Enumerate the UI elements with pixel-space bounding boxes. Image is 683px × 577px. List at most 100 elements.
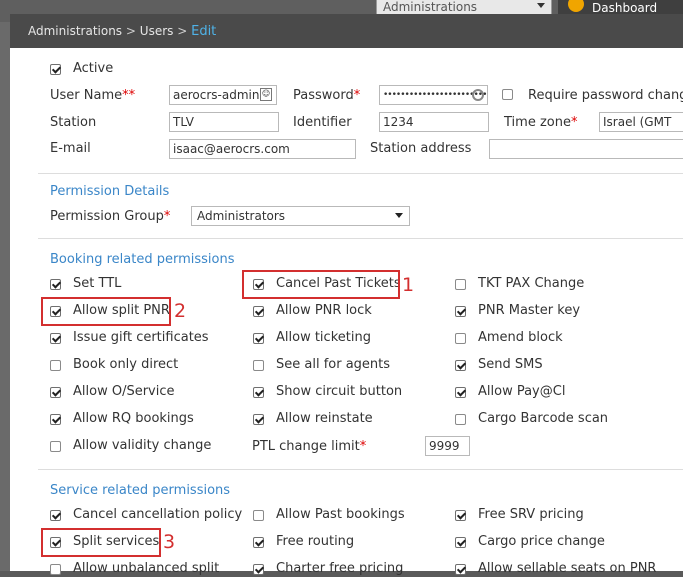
username-input[interactable]: aerocrs-admin ☺ (169, 85, 277, 105)
require-password-change-checkbox[interactable] (502, 89, 513, 100)
breadcrumb-users[interactable]: Users (140, 24, 174, 38)
annotation-number-2: 2 (174, 300, 187, 322)
booking-permissions-title: Booking related permissions (50, 252, 235, 267)
permission-checkbox[interactable] (253, 387, 264, 398)
permission-checkbox[interactable] (50, 360, 61, 371)
permission-label: Allow sellable seats on PNR (478, 561, 657, 576)
permission-label: Allow Pay@Cl (478, 384, 566, 399)
permission-label: Cargo price change (478, 534, 605, 549)
permission-label: See all for agents (276, 357, 391, 372)
active-label: Active (73, 61, 114, 76)
permission-checkbox[interactable] (253, 537, 264, 548)
permission-checkbox[interactable] (50, 333, 61, 344)
timezone-select[interactable]: Israel (GMT +2 (599, 112, 683, 132)
permission-checkbox[interactable] (455, 387, 466, 398)
permission-label: Allow validity change (73, 438, 212, 453)
permission-label: Allow O/Service (73, 384, 175, 399)
permission-label: Allow PNR lock (276, 303, 372, 318)
active-checkbox[interactable] (50, 64, 61, 75)
permission-label: Allow RQ bookings (73, 411, 194, 426)
permission-checkbox[interactable] (253, 333, 264, 344)
station-label: Station (50, 115, 97, 130)
timezone-label: Time zone* (504, 115, 578, 130)
permission-checkbox[interactable] (50, 441, 61, 452)
username-label: User Name** (50, 88, 136, 103)
permission-checkbox[interactable] (455, 537, 466, 548)
station-address-input[interactable] (489, 139, 683, 159)
station-input[interactable]: TLV (169, 112, 279, 132)
permission-checkbox[interactable] (253, 510, 264, 521)
breadcrumb-separator: > (125, 24, 136, 38)
permission-label: Allow unbalanced split (73, 561, 220, 576)
breadcrumb-separator: > (177, 24, 188, 38)
dashboard-label: Dashboard (592, 1, 658, 15)
permission-checkbox[interactable] (455, 306, 466, 317)
permission-label: PNR Master key (478, 303, 581, 318)
permission-checkbox[interactable] (253, 564, 264, 575)
permission-checkbox[interactable] (50, 414, 61, 425)
permission-label: Book only direct (73, 357, 179, 372)
divider (38, 469, 683, 470)
background-left-strip (0, 22, 10, 571)
chevron-down-icon (395, 213, 403, 218)
ptl-change-limit-input[interactable]: 9999 (425, 436, 470, 456)
reveal-password-icon[interactable] (472, 89, 484, 101)
permission-label: Set TTL (73, 276, 122, 291)
permission-checkbox[interactable] (253, 306, 264, 317)
permission-label: Charter free pricing (276, 561, 404, 576)
annotation-box-3 (41, 528, 161, 557)
permission-checkbox[interactable] (253, 360, 264, 371)
permission-checkbox[interactable] (50, 279, 61, 290)
permission-details-title: Permission Details (50, 184, 170, 199)
permission-checkbox[interactable] (50, 510, 61, 521)
permission-label: Cancel cancellation policy (73, 507, 243, 522)
permission-checkbox[interactable] (253, 414, 264, 425)
permission-label: Cargo Barcode scan (478, 411, 609, 426)
permission-label: Amend block (478, 330, 563, 345)
service-permissions-title: Service related permissions (50, 483, 231, 498)
permission-checkbox[interactable] (50, 564, 61, 575)
permission-checkbox[interactable] (455, 333, 466, 344)
permission-label: Allow ticketing (276, 330, 371, 345)
email-input[interactable]: isaac@aerocrs.com (169, 139, 356, 159)
annotation-box-1 (242, 270, 400, 299)
permission-label: Issue gift certificates (73, 330, 209, 345)
identifier-label: Identifier (293, 115, 352, 130)
permission-label: Free routing (276, 534, 355, 549)
breadcrumb-administrations[interactable]: Administrations (28, 24, 122, 38)
breadcrumb: Administrations > Users > Edit (10, 14, 683, 48)
permission-label: Free SRV pricing (478, 507, 584, 522)
permission-checkbox[interactable] (455, 360, 466, 371)
permission-checkbox[interactable] (455, 279, 466, 290)
password-label: Password* (293, 88, 361, 103)
station-address-label: Station address (370, 141, 472, 156)
dashboard-logo-icon (568, 0, 584, 12)
permission-group-select[interactable]: Administrators (191, 206, 410, 226)
annotation-number-1: 1 (402, 274, 415, 296)
divider (38, 238, 683, 239)
permission-group-label: Permission Group* (50, 209, 171, 224)
permission-label: Send SMS (478, 357, 543, 372)
contact-card-icon: ☺ (260, 88, 272, 101)
breadcrumb-current: Edit (191, 24, 217, 39)
email-label: E-mail (50, 141, 91, 156)
chevron-down-icon (537, 3, 545, 8)
background-select-value: Administrations (383, 0, 478, 14)
require-password-change-label: Require password change (528, 88, 683, 103)
password-input[interactable]: •••••••••••••••••••••••••••• (379, 85, 488, 105)
permission-label: TKT PAX Change (478, 276, 585, 291)
annotation-box-2 (41, 297, 171, 326)
modal-body: Active User Name** aerocrs-admin ☺ Passw… (10, 48, 683, 576)
permission-label: Allow reinstate (276, 411, 373, 426)
permission-label: Allow Past bookings (276, 507, 405, 522)
edit-user-modal: Administrations > Users > Edit Active Us… (10, 14, 683, 576)
ptl-change-limit-label: PTL change limit* (252, 439, 367, 454)
identifier-input[interactable]: 1234 (379, 112, 489, 132)
permission-checkbox[interactable] (455, 510, 466, 521)
permission-checkbox[interactable] (455, 414, 466, 425)
annotation-number-3: 3 (163, 531, 176, 553)
permission-label: Show circuit button (276, 384, 403, 399)
permission-checkbox[interactable] (50, 387, 61, 398)
permission-checkbox[interactable] (455, 564, 466, 575)
divider (38, 173, 683, 174)
